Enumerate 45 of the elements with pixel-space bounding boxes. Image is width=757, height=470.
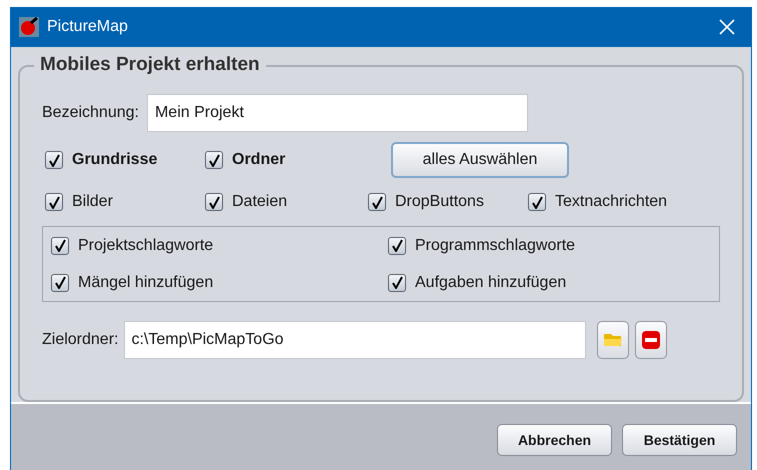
checkbox-label: Programmschlagworte — [415, 236, 576, 256]
check-icon — [392, 239, 402, 252]
checkbox-label: Grundrisse — [72, 150, 158, 170]
checkbox[interactable] — [51, 274, 69, 292]
folder-icon — [603, 332, 624, 348]
check-icon — [372, 196, 382, 208]
clear-button[interactable] — [635, 321, 668, 359]
remove-icon — [641, 330, 662, 350]
checkbox[interactable] — [528, 193, 546, 211]
check-icon — [54, 276, 66, 289]
app-logo-icon — [19, 17, 39, 37]
checkbox-label: Ordner — [232, 150, 286, 170]
check-icon — [48, 154, 60, 166]
checkbox-label: Bilder — [72, 192, 113, 212]
checkbox-label: DropButtons — [395, 192, 484, 212]
check-icon — [532, 196, 542, 208]
browse-button[interactable] — [597, 321, 630, 359]
checkbox[interactable] — [205, 151, 223, 169]
dialog-button[interactable]: Abbrechen — [497, 424, 612, 456]
checkbox-label: Dateien — [232, 192, 288, 212]
close-icon — [719, 19, 735, 35]
checkbox[interactable] — [45, 193, 63, 211]
checkbox[interactable] — [388, 274, 406, 292]
checkbox[interactable] — [45, 151, 63, 169]
dialog-button[interactable]: Bestätigen — [622, 424, 737, 456]
check-icon — [54, 239, 66, 252]
select-all-button[interactable]: alles Auswählen — [391, 142, 569, 178]
checkbox[interactable] — [205, 193, 223, 211]
target-folder-field[interactable]: c:\Temp\PicMapToGo — [124, 321, 586, 359]
field-label: Bezeichnung: — [42, 103, 139, 123]
checkbox[interactable] — [51, 236, 69, 254]
checkbox[interactable] — [388, 236, 406, 254]
name-field[interactable]: Mein Projekt — [146, 94, 528, 132]
checkbox-label: Aufgaben hinzufügen — [415, 272, 566, 292]
check-icon — [208, 154, 220, 166]
close-button[interactable] — [717, 17, 737, 37]
check-icon — [208, 196, 220, 208]
field-label: Zielordner: — [42, 330, 118, 350]
check-icon — [48, 196, 60, 208]
checkbox-label: Projektschlagworte — [78, 236, 214, 256]
check-icon — [392, 276, 402, 289]
checkbox-label: Textnachrichten — [555, 192, 668, 212]
window-title: PictureMap — [47, 17, 128, 37]
checkbox-label: Mängel hinzufügen — [78, 272, 214, 292]
checkbox[interactable] — [368, 193, 386, 211]
